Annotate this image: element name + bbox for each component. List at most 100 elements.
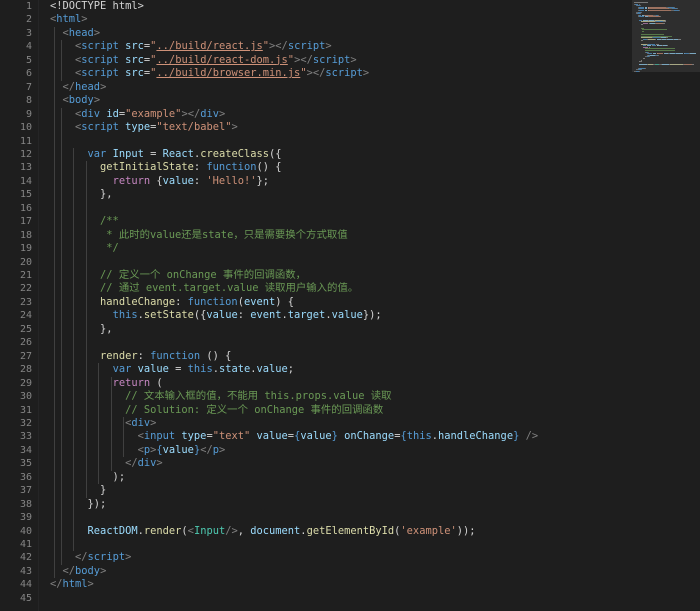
code-token: // 定义一个 onChange 事件的回调函数， (100, 269, 307, 281)
code-token: onChange (344, 430, 395, 443)
code-line[interactable]: <div id="example"></div> (50, 108, 225, 121)
code-token: script (81, 67, 119, 80)
line-number: 9 (25, 108, 32, 120)
minimap[interactable] (632, 0, 700, 611)
code-token: div (200, 107, 219, 120)
code-line[interactable]: handleChange: function(event) { (50, 296, 294, 309)
code-line[interactable]: this.setState({value: event.target.value… (50, 309, 382, 322)
code-line[interactable]: } (50, 484, 106, 497)
code-line[interactable]: <script src="../build/react.js"></script… (50, 40, 332, 53)
code-token: */ (100, 242, 119, 255)
code-line[interactable]: }, (50, 323, 113, 336)
code-line[interactable]: var Input = React.createClass({ (50, 148, 282, 161)
code-line[interactable]: <p>{value}</p> (50, 443, 226, 457)
code-token: ../build/react.js (156, 40, 263, 53)
code-line[interactable]: <head> (50, 27, 101, 40)
code-token: > (150, 416, 157, 429)
code-line[interactable]: // 通过 event.target.value 读取用户输入的值。 (50, 282, 358, 295)
code-line[interactable]: <html> (50, 13, 88, 26)
line-number: 21 (19, 270, 32, 281)
code-token: value (331, 309, 363, 322)
code-token: document (250, 524, 301, 537)
code-token: render (100, 349, 138, 362)
code-token: value (162, 443, 194, 456)
code-editor[interactable]: 1 2 3 4 5 6 7 8 9 10 11 12 13 14 15 16 17 18 19 20 21 22 23 24 2… (0, 0, 700, 611)
code-token: </ (125, 457, 138, 470)
code-token: , (237, 524, 251, 537)
code-line[interactable]: </head> (50, 80, 107, 94)
code-line[interactable]: * 此时的value还是state，只是需要换个方式取值 (50, 229, 347, 242)
code-token: React (162, 147, 194, 160)
code-line[interactable]: <script src="../build/browser.min.js"></… (50, 67, 369, 80)
line-number: 40 (19, 525, 32, 537)
code-line[interactable]: ReactDOM.render(<Input/>, document.getEl… (50, 525, 476, 538)
code-token: value (256, 363, 288, 376)
code-token: : (137, 349, 151, 362)
code-line[interactable]: }); (50, 498, 107, 511)
code-token: Input (193, 524, 226, 537)
indent-guide (60, 107, 62, 565)
code-line[interactable]: return ( (50, 377, 163, 390)
code-token: body (75, 564, 101, 577)
code-token: src (125, 67, 144, 80)
code-line[interactable]: <body> (50, 94, 101, 107)
code-line[interactable]: </body> (50, 564, 107, 578)
code-token: > (156, 457, 163, 470)
code-token: script (87, 551, 126, 564)
code-line[interactable]: var value = this.state.value; (50, 363, 295, 376)
line-number: 30 (19, 391, 32, 403)
code-line[interactable]: return {value: 'Hello!'}; (50, 175, 269, 188)
code-token: ></ (269, 40, 288, 53)
minimap-token (649, 56, 651, 58)
code-line[interactable]: }, (50, 188, 113, 201)
code-line[interactable]: // Solution: 定义一个 onChange 事件的回调函数 (50, 404, 383, 417)
code-line[interactable]: <script src="../build/react-dom.js"></sc… (50, 54, 357, 67)
code-area[interactable]: <!DOCTYPE html> <html> <head> <script src… (50, 0, 630, 611)
code-token: head (75, 80, 101, 93)
line-number: 38 (19, 498, 32, 510)
code-line[interactable]: // 文本输入框的值，不能用 this.props.value 读取 (50, 390, 391, 403)
code-token: () { (256, 161, 282, 174)
line-number: 45 (19, 592, 32, 604)
code-line[interactable]: </html> (50, 578, 94, 591)
code-token: script (81, 53, 119, 66)
code-token: src (125, 53, 144, 66)
line-number: 4 (25, 41, 32, 53)
code-token: </ (50, 578, 63, 591)
code-line[interactable]: </div> (50, 457, 163, 470)
code-token: createClass (200, 147, 270, 160)
line-number: 29 (19, 377, 32, 389)
code-line[interactable]: <!DOCTYPE html> (50, 0, 144, 13)
minimap-token (655, 22, 663, 24)
code-line[interactable]: <div> (50, 417, 156, 430)
line-number: 33 (19, 431, 32, 443)
code-token: : (237, 309, 251, 322)
code-token: var (112, 363, 132, 376)
code-line[interactable]: render: function () { (50, 350, 231, 363)
code-token: > (93, 94, 101, 107)
code-line[interactable]: // 定义一个 onChange 事件的回调函数， (50, 269, 306, 282)
code-token: </ (200, 443, 213, 456)
code-token: ReactDOM (87, 524, 138, 537)
line-number: 41 (19, 539, 32, 550)
code-token: function (150, 349, 201, 362)
minimap-token (661, 64, 670, 66)
code-line[interactable]: <script type="text/babel"> (50, 121, 238, 134)
code-line[interactable]: </script> (50, 551, 131, 564)
code-token: handleChange (100, 295, 176, 308)
minimap-token (641, 11, 643, 13)
code-token: div (81, 107, 101, 120)
minimap-token (644, 50, 676, 51)
